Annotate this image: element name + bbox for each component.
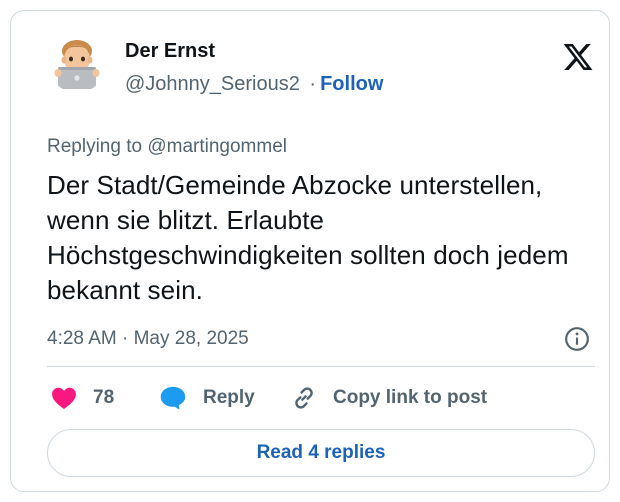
memoji-avatar-icon bbox=[49, 37, 105, 93]
reply-button[interactable]: Reply bbox=[159, 383, 255, 413]
follow-button[interactable]: Follow bbox=[320, 73, 383, 95]
read-replies-button[interactable]: Read 4 replies bbox=[47, 429, 595, 477]
replying-to[interactable]: Replying to @martingommel bbox=[47, 135, 287, 159]
copy-link-label: Copy link to post bbox=[333, 387, 488, 408]
separator-dot: · bbox=[309, 73, 317, 95]
reply-label: Reply bbox=[203, 387, 255, 408]
author-display-name[interactable]: Der Ernst bbox=[125, 39, 383, 63]
heart-icon bbox=[52, 387, 76, 410]
author-handle[interactable]: @Johnny_Serious2 bbox=[125, 73, 300, 95]
tweet-timestamp[interactable]: 4:28 AM · May 28, 2025 bbox=[47, 327, 249, 351]
like-button[interactable]: 78 bbox=[51, 383, 114, 413]
tweet-text: Der Stadt/Gemeinde Abzocke unterstellen,… bbox=[47, 170, 569, 305]
tweet-embed-card: Der Ernst @Johnny_Serious2 · Follow Reply… bbox=[10, 10, 610, 492]
reply-bubble-icon bbox=[160, 386, 186, 410]
like-count: 78 bbox=[93, 387, 115, 408]
link-icon bbox=[295, 387, 313, 409]
tweet-header: Der Ernst @Johnny_Serious2 · Follow bbox=[49, 37, 599, 117]
action-bar: 78 Reply Copy link to post bbox=[47, 383, 595, 413]
author-info: Der Ernst @Johnny_Serious2 · Follow bbox=[125, 37, 383, 96]
divider bbox=[47, 366, 595, 367]
copy-link-button[interactable]: Copy link to post bbox=[291, 383, 487, 413]
author-handle-row: @Johnny_Serious2 · Follow bbox=[125, 72, 383, 96]
x-logo-icon[interactable] bbox=[561, 41, 595, 73]
avatar[interactable] bbox=[49, 37, 105, 93]
info-icon[interactable] bbox=[564, 326, 590, 352]
